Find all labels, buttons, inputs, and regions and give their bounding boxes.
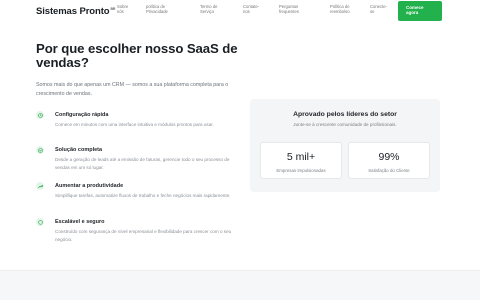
- nav-link-privacy[interactable]: política de Privacidade: [146, 4, 180, 14]
- next-section-band: [0, 270, 480, 300]
- clock-icon: [36, 111, 44, 119]
- check-circle-icon: [36, 146, 44, 154]
- card-subtitle: Junte-se à crescente comunidade de profi…: [293, 122, 397, 127]
- feature-title: Escalável e seguro: [55, 219, 105, 225]
- feature-title: Configuração rápida: [55, 112, 109, 118]
- logo-text: Sistemas Pronto: [36, 6, 110, 17]
- feature-description: Simplifique tarefas, automatize fluxos d…: [55, 193, 231, 198]
- feature-description: Comece em minutos com uma interface intu…: [55, 122, 214, 127]
- stat-box: 5 mil+ Empresas Impulsionadas: [260, 142, 342, 179]
- nav-link-refund[interactable]: Política de reembolso: [330, 4, 364, 14]
- feature-title: Aumentar a produtividade: [55, 183, 124, 189]
- stat-value: 99%: [378, 151, 400, 163]
- feature-description: Construído com segurança de nível empres…: [55, 229, 232, 242]
- shield-icon: [36, 218, 44, 226]
- get-started-button[interactable]: Comece agora: [398, 1, 442, 21]
- feature-description: Desde a geração de leads até a emissão d…: [55, 157, 230, 170]
- section-title: Por que escolher nosso SaaS de vendas?: [36, 41, 238, 71]
- stat-value: 5 mil+: [286, 151, 316, 163]
- nav-link-faq[interactable]: Perguntas frequentes: [279, 4, 313, 14]
- nav-link-terms[interactable]: Termo de Serviço: [200, 4, 234, 14]
- nav-link-contact[interactable]: Contate-nos: [243, 4, 277, 14]
- stat-label: Satisfação do Cliente: [368, 168, 410, 173]
- stat-box: 99% Satisfação do Cliente: [348, 142, 430, 179]
- trending-up-icon: [36, 182, 44, 190]
- site-header: Sistemas ProntoBR Sobre nós política de Pr…: [0, 0, 480, 22]
- logo-badge: BR: [110, 6, 116, 11]
- stat-label: Empresas Impulsionadas: [276, 168, 326, 173]
- logo[interactable]: Sistemas ProntoBR: [36, 6, 115, 17]
- section-intro: Somos mais do que apenas um CRM — somos …: [36, 82, 229, 97]
- trust-card: Aprovado pelos líderes do setor Junte-se…: [250, 99, 440, 192]
- card-title: Aprovado pelos líderes do setor: [293, 111, 397, 118]
- feature-title: Solução completa: [55, 147, 103, 153]
